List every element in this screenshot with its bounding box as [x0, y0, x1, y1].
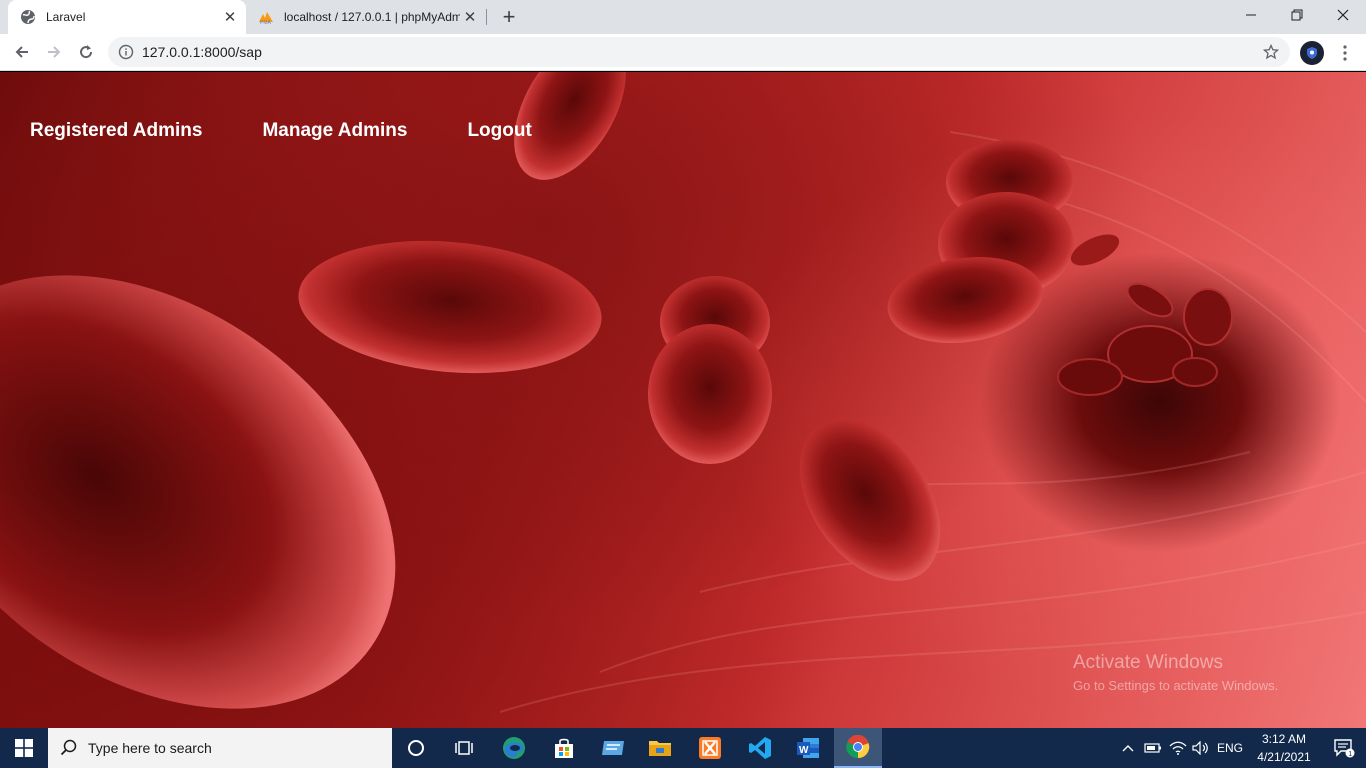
- tab-title: localhost / 127.0.0.1 | phpMyAdmin: [284, 10, 460, 24]
- tab-phpmyadmin[interactable]: PMA localhost / 127.0.0.1 | phpMyAdmin ✕: [250, 0, 486, 34]
- bookmark-star-icon[interactable]: [1260, 41, 1282, 63]
- back-button[interactable]: [8, 38, 36, 66]
- close-window-button[interactable]: [1320, 0, 1366, 30]
- close-tab-icon[interactable]: ✕: [220, 7, 240, 27]
- edge-icon[interactable]: [490, 728, 538, 768]
- windows-taskbar: Type here to search W ENG 3:12 AM 4/21/2…: [0, 728, 1366, 768]
- notification-center-button[interactable]: 1: [1322, 728, 1366, 768]
- reload-button[interactable]: [72, 38, 100, 66]
- task-view-icon[interactable]: [440, 728, 488, 768]
- activate-windows-watermark: Activate Windows Go to Settings to activ…: [1073, 652, 1278, 693]
- nav-manage-admins[interactable]: Manage Admins: [262, 120, 407, 142]
- svg-text:W: W: [799, 745, 809, 756]
- volume-icon[interactable]: [1190, 728, 1212, 768]
- cortana-icon[interactable]: [392, 728, 440, 768]
- notification-icon: 1: [1334, 739, 1355, 758]
- profile-avatar[interactable]: [1300, 41, 1324, 65]
- site-info-icon[interactable]: [118, 44, 134, 60]
- tab-divider: [486, 9, 487, 25]
- xampp-icon[interactable]: [686, 728, 734, 768]
- watermark-subtitle: Go to Settings to activate Windows.: [1073, 678, 1279, 693]
- url-text[interactable]: 127.0.0.1:8000/sap: [142, 44, 1260, 60]
- browser-toolbar: 127.0.0.1:8000/sap: [0, 34, 1366, 71]
- browser-tabstrip: Laravel ✕ PMA localhost / 127.0.0.1 | ph…: [0, 0, 1366, 34]
- globe-icon: [20, 9, 36, 25]
- new-tab-button[interactable]: +: [496, 4, 522, 30]
- back-arrow-icon: [15, 46, 28, 58]
- page-viewport: Registered Admins Manage Admins Logout A…: [0, 72, 1366, 728]
- search-icon: [60, 739, 77, 756]
- phpmyadmin-icon: PMA: [258, 9, 274, 25]
- close-tab-icon[interactable]: ✕: [460, 7, 480, 27]
- clock-time: 3:12 AM: [1261, 732, 1307, 746]
- chrome-icon[interactable]: [834, 728, 882, 768]
- watermark-title: Activate Windows: [1073, 652, 1223, 673]
- blood-cells-background: [0, 72, 1366, 713]
- address-bar[interactable]: 127.0.0.1:8000/sap: [108, 37, 1290, 67]
- chevron-up-icon[interactable]: [1118, 728, 1138, 768]
- battery-icon[interactable]: [1142, 728, 1164, 768]
- notification-count: 1: [1348, 751, 1352, 758]
- tab-laravel[interactable]: Laravel ✕: [8, 0, 246, 34]
- start-button[interactable]: [0, 728, 48, 768]
- language-indicator[interactable]: ENG: [1214, 728, 1246, 768]
- windows-logo-icon: [15, 739, 33, 757]
- clock-date: 4/21/2021: [1257, 750, 1311, 764]
- wifi-icon[interactable]: [1166, 728, 1190, 768]
- nav-logout[interactable]: Logout: [467, 120, 531, 142]
- reload-icon: [80, 45, 93, 59]
- file-explorer-icon[interactable]: [636, 728, 684, 768]
- menu-kebab-icon[interactable]: [1334, 41, 1356, 65]
- search-placeholder: Type here to search: [88, 740, 212, 756]
- taskbar-search-box[interactable]: Type here to search: [48, 728, 392, 768]
- svg-text:PMA: PMA: [260, 20, 272, 25]
- minimize-button[interactable]: [1228, 0, 1274, 30]
- nav-registered-admins[interactable]: Registered Admins: [30, 120, 202, 142]
- tab-title: Laravel: [46, 10, 86, 24]
- taskbar-clock[interactable]: 3:12 AM 4/21/2021: [1246, 730, 1322, 766]
- forward-button[interactable]: [40, 38, 68, 66]
- restore-button[interactable]: [1274, 0, 1320, 30]
- store-icon[interactable]: [540, 728, 588, 768]
- shield-icon: [1307, 47, 1317, 59]
- remote-desktop-icon[interactable]: [590, 728, 638, 768]
- vscode-icon[interactable]: [736, 728, 784, 768]
- word-icon[interactable]: W: [784, 728, 832, 768]
- forward-arrow-icon: [48, 46, 61, 58]
- site-nav: Registered Admins Manage Admins Logout: [30, 120, 532, 142]
